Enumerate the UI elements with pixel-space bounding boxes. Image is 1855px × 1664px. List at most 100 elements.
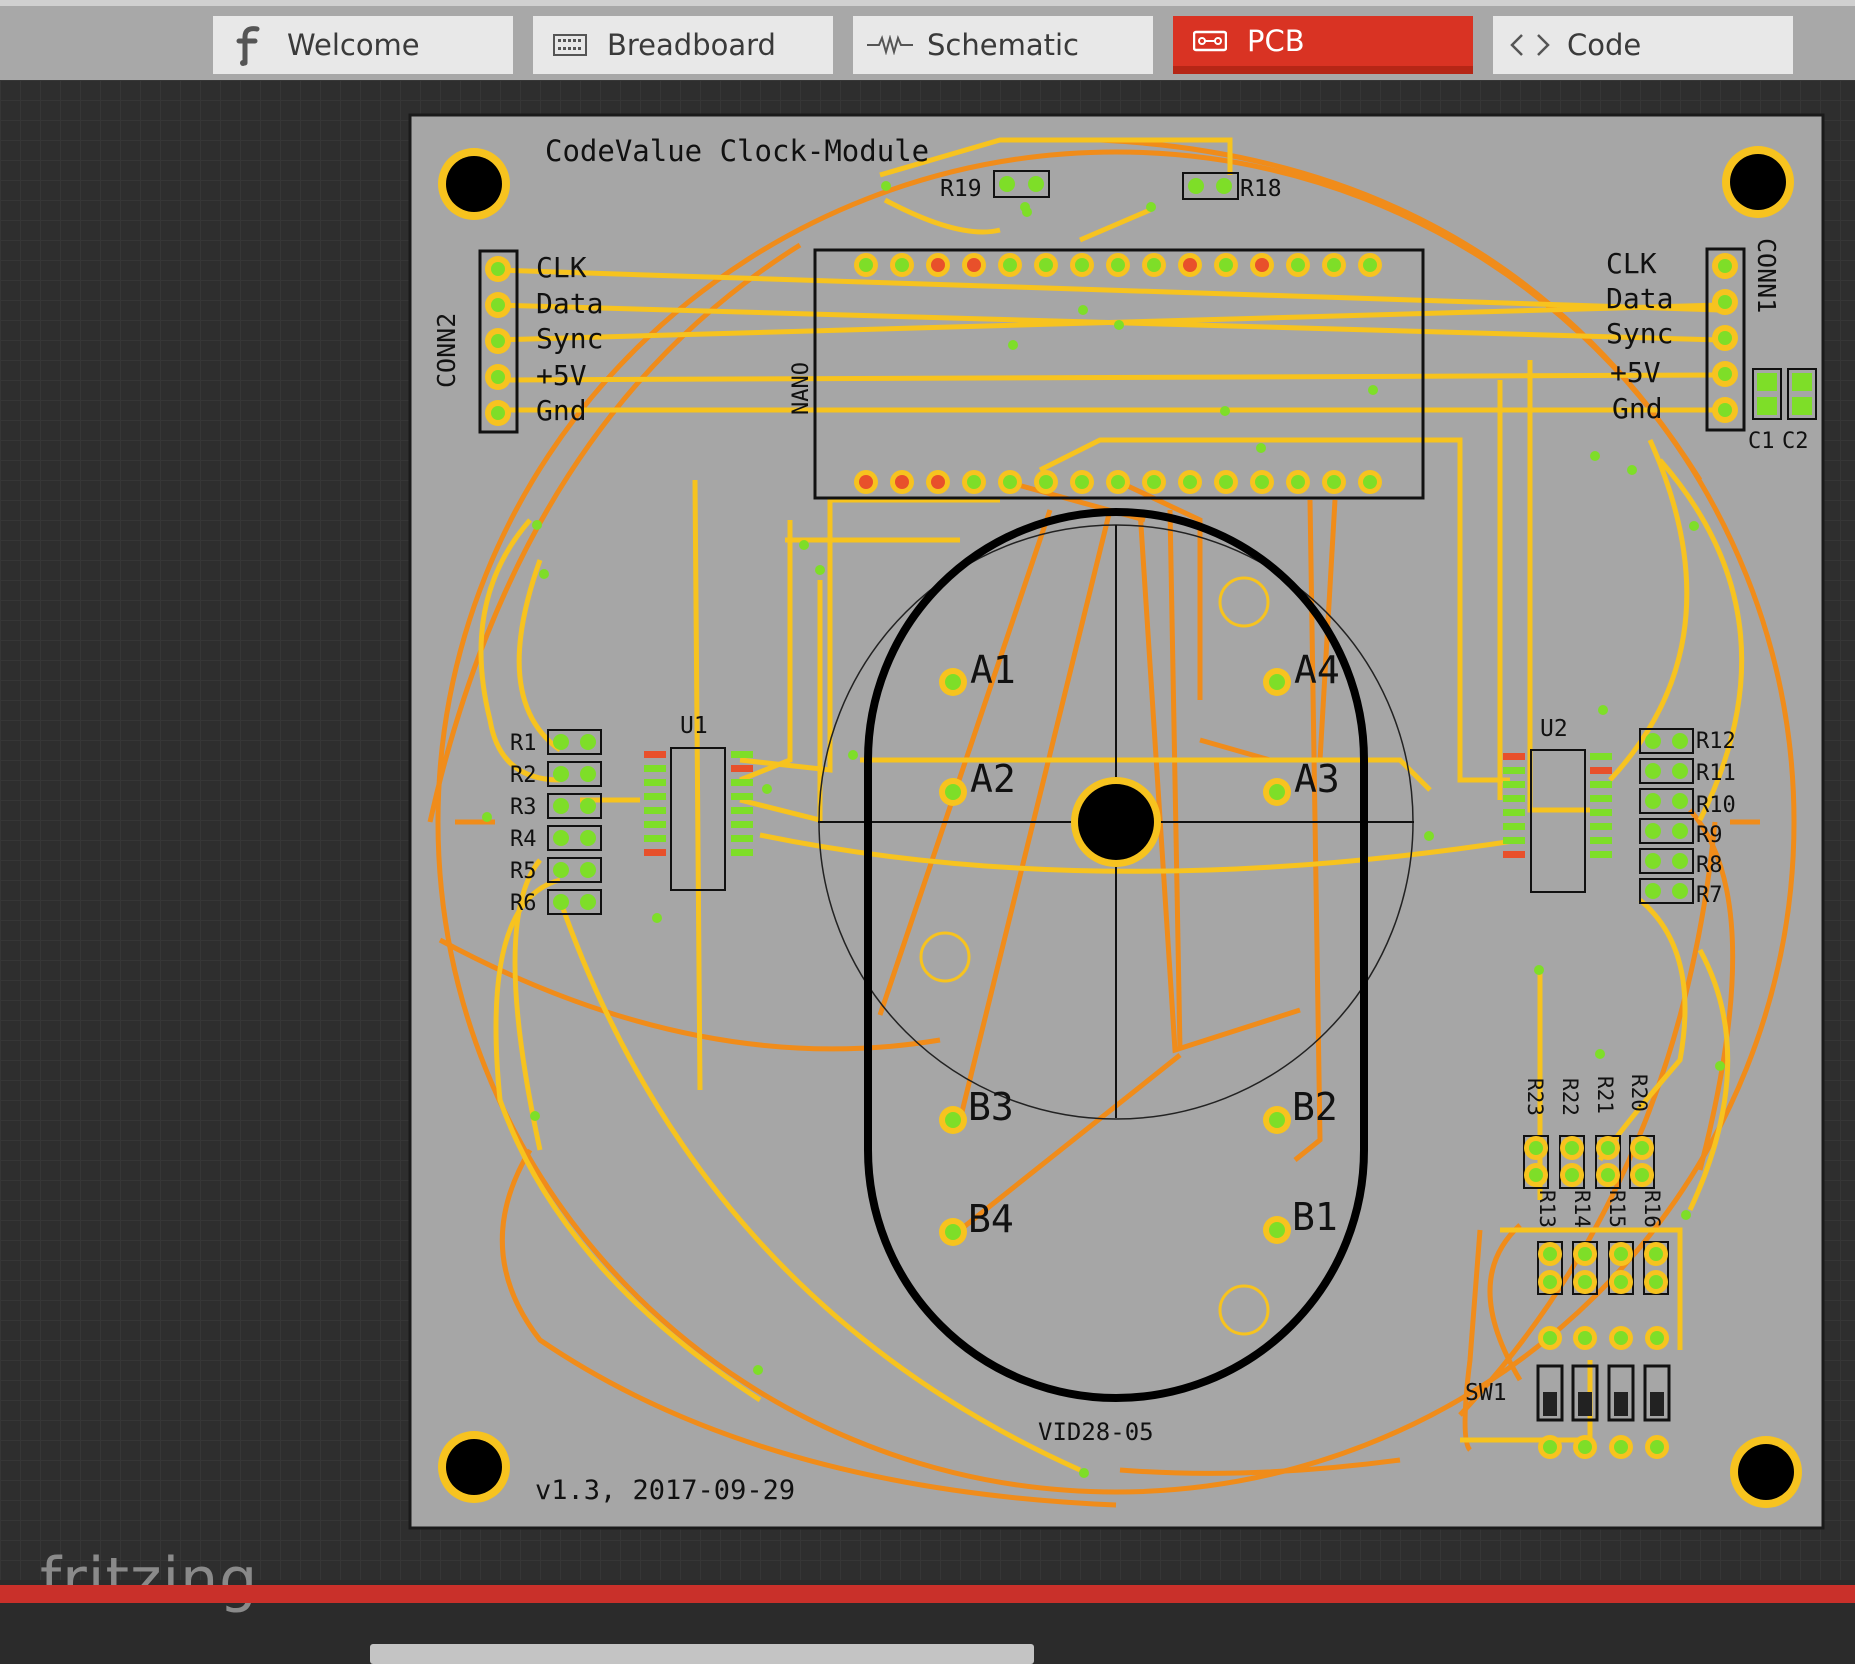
pad-core xyxy=(1601,1141,1615,1155)
via xyxy=(1368,385,1378,395)
tab-label: Schematic xyxy=(927,28,1079,62)
smd-pad xyxy=(1503,851,1525,858)
code-icon xyxy=(1503,16,1557,74)
via xyxy=(652,913,662,923)
via xyxy=(482,812,492,822)
conn2-pin-label: Gnd xyxy=(536,394,587,427)
pad-core xyxy=(1003,258,1017,272)
resistor-label: R11 xyxy=(1696,761,1736,786)
tab-code[interactable]: Code xyxy=(1493,16,1793,74)
pad xyxy=(553,894,569,910)
pad xyxy=(580,862,596,878)
resistor-label: R19 xyxy=(940,176,982,202)
breadboard-icon xyxy=(543,16,597,74)
tab-pcb[interactable]: PCB xyxy=(1173,16,1473,74)
pad-core xyxy=(1183,258,1197,272)
pad-core xyxy=(1578,1247,1592,1261)
via xyxy=(530,1111,540,1121)
resistor-label: R20 xyxy=(1627,1074,1651,1112)
tab-breadboard[interactable]: Breadboard xyxy=(533,16,833,74)
pad-core xyxy=(1649,1275,1663,1289)
motor-pin-label: B1 xyxy=(1292,1195,1338,1239)
resistor-label: R16 xyxy=(1640,1190,1664,1228)
motor-pin-label: B3 xyxy=(968,1085,1014,1129)
pad xyxy=(580,734,596,750)
pad xyxy=(1645,823,1661,839)
conn1-pin-label: CLK xyxy=(1606,247,1657,280)
smd-pad xyxy=(1503,781,1525,788)
smd-pad xyxy=(1590,781,1612,788)
pad-core xyxy=(1219,258,1233,272)
smd-pad xyxy=(644,779,666,786)
resistor-label: R7 xyxy=(1696,883,1723,908)
tab-label: Code xyxy=(1567,28,1642,62)
via xyxy=(1008,340,1018,350)
pad-core xyxy=(1183,475,1197,489)
pad xyxy=(1672,853,1688,869)
via xyxy=(1022,207,1032,217)
pad-core xyxy=(1565,1168,1579,1182)
smd-pad xyxy=(731,849,753,856)
pad-core xyxy=(1255,258,1269,272)
view-tab-bar: Welcome Breadboard Schematic PCB Code xyxy=(0,0,1855,80)
smd-pad xyxy=(1503,795,1525,802)
pad-core xyxy=(1650,1331,1664,1345)
smd-pad xyxy=(1503,823,1525,830)
pad xyxy=(553,734,569,750)
board-version: v1.3, 2017-09-29 xyxy=(535,1475,795,1506)
pad-core xyxy=(1578,1440,1592,1454)
pad-core xyxy=(1039,258,1053,272)
pad-core xyxy=(1003,475,1017,489)
pad-core xyxy=(1327,475,1341,489)
resistor-label: R22 xyxy=(1558,1078,1582,1116)
switch-lever xyxy=(1650,1392,1664,1416)
via xyxy=(532,520,542,530)
smd-pad xyxy=(731,807,753,814)
pad xyxy=(580,830,596,846)
smd-pad xyxy=(1590,753,1612,760)
resistor-label: R3 xyxy=(510,795,537,820)
pad xyxy=(553,862,569,878)
smd-pad xyxy=(1503,837,1525,844)
pad-core xyxy=(1075,258,1089,272)
capacitors-c1-c2[interactable]: C1 C2 xyxy=(1748,368,1817,454)
resistor-label: R18 xyxy=(1240,176,1282,202)
via xyxy=(1256,443,1266,453)
via xyxy=(1146,202,1156,212)
pad-core xyxy=(1327,258,1341,272)
motor-pin-label: A4 xyxy=(1294,648,1340,692)
switch-lever xyxy=(1578,1392,1592,1416)
resistor-label: R21 xyxy=(1593,1076,1617,1114)
tab-schematic[interactable]: Schematic xyxy=(853,16,1153,74)
resistor-label: R15 xyxy=(1605,1190,1629,1228)
pad-core xyxy=(1565,1141,1579,1155)
pad xyxy=(1645,733,1661,749)
pad-core xyxy=(967,258,981,272)
conn1-pin-label: +5V xyxy=(1610,356,1661,389)
fritzing-logo: fritzing xyxy=(40,1545,259,1615)
horizontal-scrollbar[interactable] xyxy=(370,1644,1034,1664)
smd-pad xyxy=(731,765,753,772)
pad-core xyxy=(1543,1440,1557,1454)
smd-pad xyxy=(644,849,666,856)
conn1-pin-label: Gnd xyxy=(1612,392,1663,425)
pad xyxy=(580,798,596,814)
via xyxy=(1598,705,1608,715)
status-bar xyxy=(0,1585,1855,1603)
pad-core xyxy=(1578,1275,1592,1289)
via xyxy=(539,569,549,579)
tab-welcome[interactable]: Welcome xyxy=(213,16,513,74)
tab-label: Breadboard xyxy=(607,28,776,62)
pad-core xyxy=(1650,1440,1664,1454)
pad-core xyxy=(1529,1168,1543,1182)
pad xyxy=(553,766,569,782)
via xyxy=(1424,831,1434,841)
pad-core xyxy=(1614,1275,1628,1289)
pad-core xyxy=(859,258,873,272)
pcb-board-view[interactable]: CodeValue Clock-Module v1.3, 2017-09-29 … xyxy=(0,80,1855,1580)
resistor-label: R10 xyxy=(1696,793,1736,818)
pad-core xyxy=(1529,1141,1543,1155)
pcb-canvas[interactable]: CodeValue Clock-Module v1.3, 2017-09-29 … xyxy=(0,80,1855,1664)
pad-core xyxy=(859,475,873,489)
smd-pad xyxy=(1590,767,1612,774)
